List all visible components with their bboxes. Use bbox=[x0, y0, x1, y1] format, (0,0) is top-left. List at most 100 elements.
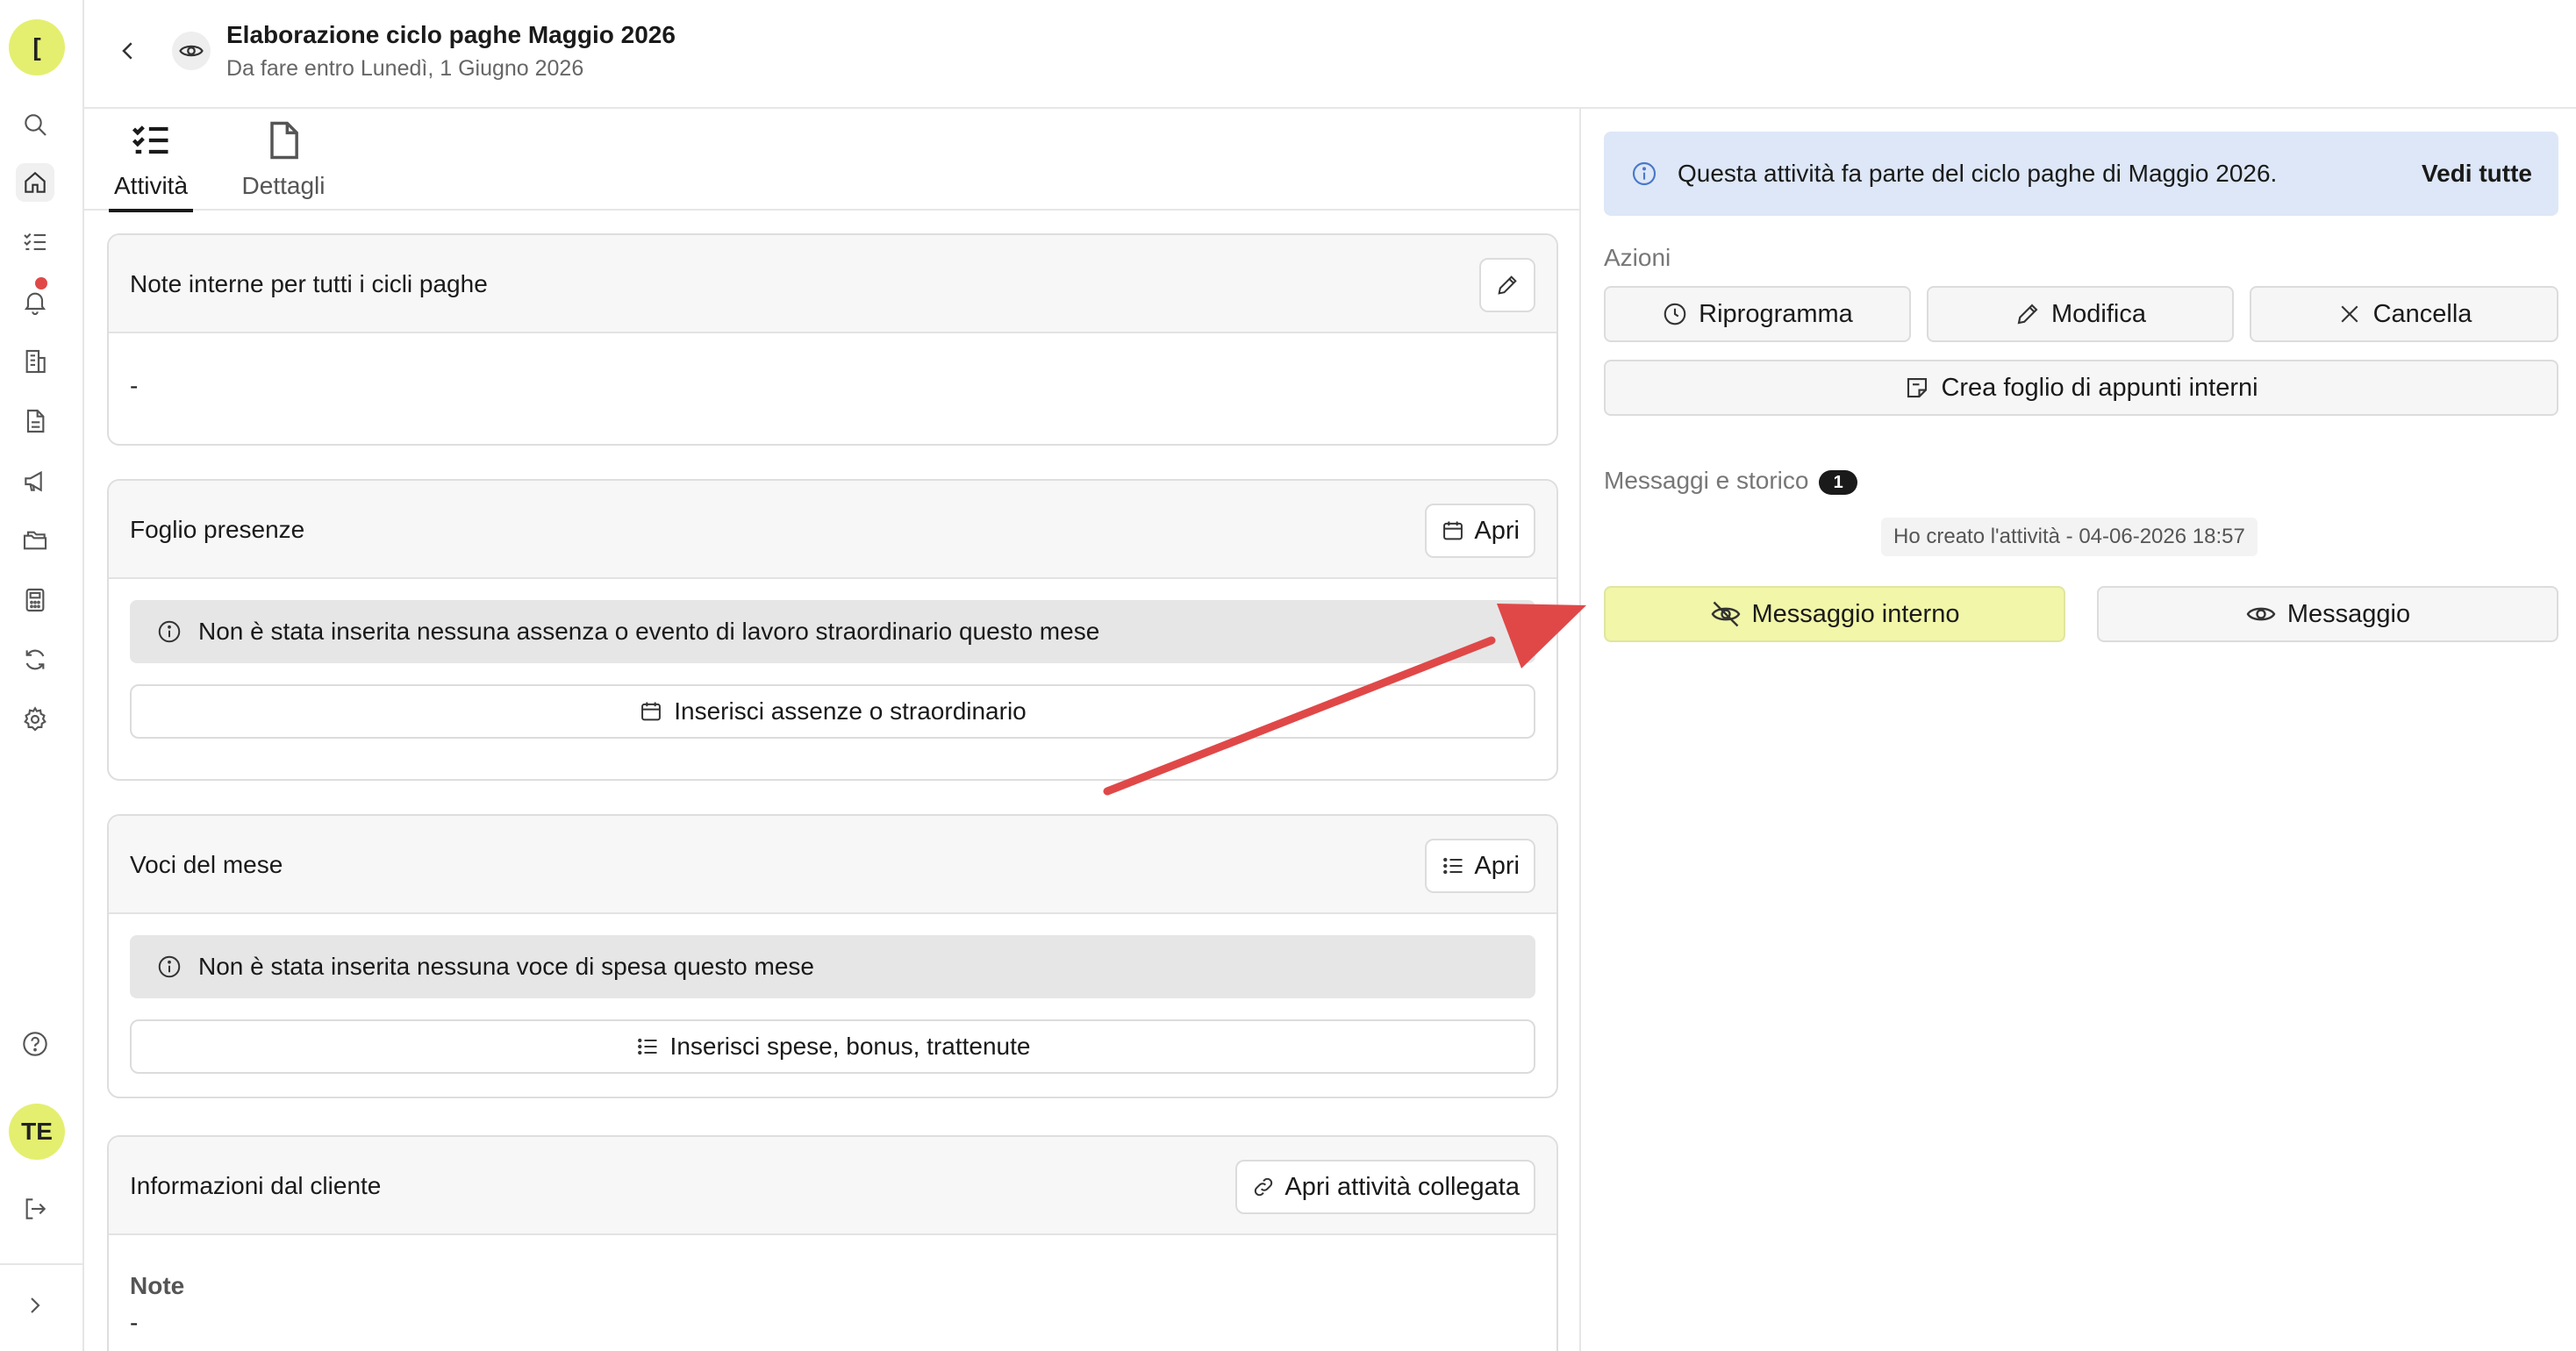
attendance-title: Foglio presenze bbox=[130, 516, 305, 543]
file-icon bbox=[270, 121, 298, 160]
monthly-items-open-button[interactable]: Apri bbox=[1425, 839, 1535, 893]
internal-notes-header: Note interne per tutti i cicli paghe bbox=[109, 235, 1556, 333]
help-icon[interactable] bbox=[16, 1025, 54, 1063]
message-label: Messaggio bbox=[2286, 599, 2411, 628]
gear-icon[interactable] bbox=[16, 700, 54, 739]
sidebar-rail: [ TE bbox=[0, 0, 84, 1351]
search-icon[interactable] bbox=[16, 105, 54, 144]
reschedule-label: Riprogramma bbox=[1699, 299, 1853, 328]
cancel-label: Cancella bbox=[2372, 299, 2472, 328]
monthly-items-info: Non è stata inserita nessuna voce di spe… bbox=[130, 935, 1535, 998]
due-date: Da fare entro Lunedì, 1 Giugno 2026 bbox=[226, 56, 584, 81]
tab-details-label: Dettagli bbox=[241, 172, 326, 199]
internal-notes-value: - bbox=[130, 372, 139, 399]
view-all-link[interactable]: Vedi tutte bbox=[2422, 132, 2532, 216]
monthly-items-title: Voci del mese bbox=[130, 851, 283, 878]
list-icon bbox=[637, 1038, 657, 1055]
attendance-open-button[interactable]: Apri bbox=[1425, 504, 1535, 558]
expand-icon[interactable] bbox=[16, 1286, 54, 1325]
tab-activity[interactable]: Attività bbox=[109, 118, 193, 212]
page-header: Elaborazione ciclo paghe Maggio 2026 Da … bbox=[84, 0, 2576, 109]
monthly-items-open-label: Apri bbox=[1474, 851, 1520, 880]
info-icon bbox=[158, 955, 181, 978]
activity-side-panel: Questa attività fa parte del ciclo paghe… bbox=[1579, 109, 2576, 1351]
logout-icon[interactable] bbox=[16, 1190, 54, 1228]
message-button[interactable]: Messaggio bbox=[2097, 586, 2558, 642]
tab-bar: Attività Dettagli bbox=[84, 109, 1579, 212]
bell-icon[interactable] bbox=[16, 282, 54, 321]
attendance-open-label: Apri bbox=[1474, 516, 1520, 545]
visibility-badge bbox=[172, 32, 211, 70]
eye-off-icon bbox=[1711, 601, 1740, 627]
pencil-icon bbox=[2017, 304, 2038, 325]
client-info-card: Informazioni dal cliente Apri attività c… bbox=[107, 1135, 1558, 1351]
monthly-items-body: Non è stata inserita nessuna voce di spe… bbox=[109, 914, 1556, 1095]
messages-count-badge: 1 bbox=[1819, 469, 1858, 495]
monthly-items-info-text: Non è stata inserita nessuna voce di spe… bbox=[198, 953, 814, 980]
info-icon bbox=[158, 620, 181, 643]
insert-expenses-label: Inserisci spese, bonus, trattenute bbox=[669, 1033, 1031, 1060]
clock-icon bbox=[1664, 303, 1686, 325]
reschedule-button[interactable]: Riprogramma bbox=[1604, 286, 1911, 342]
page-title: Elaborazione ciclo paghe Maggio 2026 bbox=[226, 21, 676, 48]
calendar-icon bbox=[1443, 521, 1463, 540]
insert-absences-button[interactable]: Inserisci assenze o straordinario bbox=[130, 684, 1535, 739]
client-info-header: Informazioni dal cliente Apri attività c… bbox=[109, 1137, 1556, 1235]
insert-absences-label: Inserisci assenze o straordinario bbox=[674, 697, 1027, 725]
cycle-info-banner: Questa attività fa parte del ciclo paghe… bbox=[1604, 132, 2558, 216]
client-note-label: Note bbox=[130, 1272, 185, 1299]
workspace-avatar[interactable]: [ bbox=[9, 19, 65, 75]
internal-notes-title: Note interne per tutti i cicli paghe bbox=[130, 270, 488, 297]
eye-icon bbox=[179, 45, 204, 57]
home-icon[interactable] bbox=[16, 163, 54, 202]
close-icon bbox=[2341, 305, 2358, 323]
edit-notes-button[interactable] bbox=[1479, 258, 1535, 312]
rail-divider bbox=[0, 1263, 84, 1265]
monthly-items-header: Voci del mese Apri bbox=[109, 816, 1556, 914]
open-linked-activity-button[interactable]: Apri attività collegata bbox=[1235, 1160, 1535, 1214]
back-button[interactable] bbox=[111, 33, 146, 68]
messages-history-label: Messaggi e storico 1 bbox=[1604, 467, 1858, 495]
attendance-info: Non è stata inserita nessuna assenza o e… bbox=[130, 600, 1535, 663]
insert-expenses-button[interactable]: Inserisci spese, bonus, trattenute bbox=[130, 1019, 1535, 1074]
actions-label: Azioni bbox=[1604, 244, 1671, 271]
folders-icon[interactable] bbox=[16, 521, 54, 560]
calendar-icon bbox=[641, 702, 662, 721]
tasks-icon[interactable] bbox=[16, 223, 54, 261]
internal-message-label: Messaggio interno bbox=[1751, 599, 1960, 628]
create-notes-sheet-label: Crea foglio di appunti interni bbox=[1941, 373, 2258, 402]
calculator-icon[interactable] bbox=[16, 581, 54, 619]
megaphone-icon[interactable] bbox=[16, 461, 54, 500]
monthly-items-card: Voci del mese Apri Non è stata inserita … bbox=[107, 814, 1558, 1098]
user-avatar[interactable]: TE bbox=[9, 1104, 65, 1160]
client-info-title: Informazioni dal cliente bbox=[130, 1172, 382, 1199]
eye-icon bbox=[2246, 607, 2276, 621]
edit-button[interactable]: Modifica bbox=[1927, 286, 2234, 342]
building-icon[interactable] bbox=[16, 342, 54, 381]
info-icon bbox=[1632, 161, 1657, 186]
internal-notes-card: Note interne per tutti i cicli paghe - bbox=[107, 233, 1558, 446]
open-linked-activity-label: Apri attività collegata bbox=[1284, 1172, 1520, 1201]
attendance-card: Foglio presenze Apri Non è stata inserit… bbox=[107, 479, 1558, 781]
sticky-note-icon bbox=[1907, 377, 1928, 398]
create-notes-sheet-button[interactable]: Crea foglio di appunti interni bbox=[1604, 360, 2558, 416]
history-entry: Ho creato l'attività - 04-06-2026 18:57 bbox=[1881, 518, 2258, 556]
tab-activity-label: Attività bbox=[113, 172, 189, 199]
checklist-icon bbox=[132, 125, 168, 154]
document-icon[interactable] bbox=[16, 402, 54, 440]
attendance-info-text: Non è stata inserita nessuna assenza o e… bbox=[198, 618, 1100, 645]
chevron-left-icon bbox=[122, 42, 132, 60]
sync-icon[interactable] bbox=[16, 640, 54, 679]
link-icon bbox=[1255, 1177, 1273, 1197]
list-icon bbox=[1443, 857, 1463, 875]
cycle-info-text: Questa attività fa parte del ciclo paghe… bbox=[1678, 160, 2278, 187]
messages-history-text: Messaggi e storico bbox=[1604, 467, 1809, 494]
internal-message-button[interactable]: Messaggio interno bbox=[1604, 586, 2065, 642]
client-note-value: - bbox=[130, 1309, 139, 1336]
attendance-header: Foglio presenze Apri bbox=[109, 481, 1556, 579]
pencil-icon bbox=[1498, 275, 1517, 295]
notification-dot bbox=[35, 277, 47, 290]
tab-details[interactable]: Dettagli bbox=[237, 118, 330, 211]
attendance-body: Non è stata inserita nessuna assenza o e… bbox=[109, 579, 1556, 760]
cancel-button[interactable]: Cancella bbox=[2250, 286, 2558, 342]
